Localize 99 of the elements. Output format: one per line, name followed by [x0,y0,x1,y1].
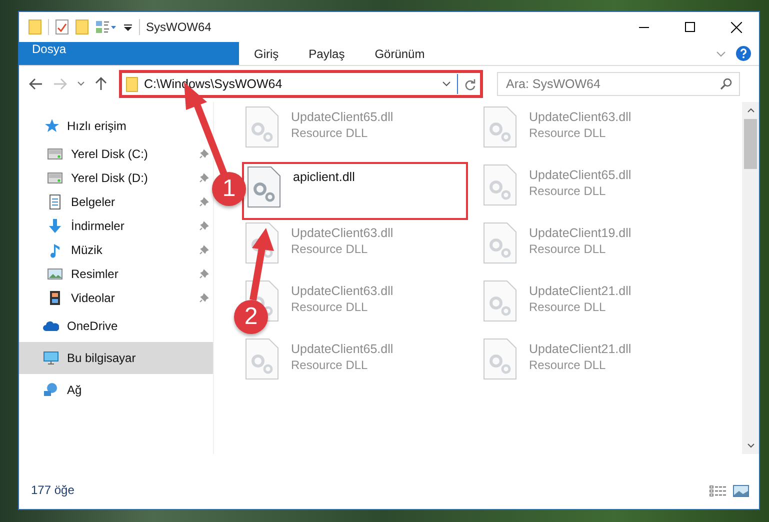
ribbon-tab[interactable]: Dosya [19,42,239,65]
file-type: Resource DLL [529,358,607,372]
sidebar-label: Resimler [71,267,118,281]
network-icon [43,382,59,398]
file-name: UpdateClient19.dll [529,226,632,240]
window-title: SysWOW64 [146,20,212,34]
file-name: UpdateClient63.dll [291,284,394,298]
pin-icon[interactable] [199,293,209,303]
gear-file-icon [245,106,279,148]
file-name: UpdateClient21.dll [529,342,632,356]
sidebar-item[interactable]: Videolar [19,286,213,310]
gear-file-icon [245,338,279,380]
new-folder-icon[interactable] [75,19,89,35]
recent-dropdown-icon[interactable] [77,81,85,87]
folder-icon [126,76,138,92]
gear-file-icon [483,106,517,148]
minimize-icon [639,26,649,28]
file-name: UpdateClient63.dll [291,226,394,240]
sidebar-label: Ağ [67,383,82,397]
sidebar-item[interactable]: Belgeler [19,190,213,214]
file-type: Resource DLL [291,300,369,314]
sidebar-item[interactable]: Ağ [19,374,213,406]
sidebar-label: Videolar [71,291,115,305]
file-type: Resource DLL [529,126,607,140]
sidebar-label: Yerel Disk (D:) [71,171,148,185]
sidebar-label: Bu bilgisayar [67,351,136,365]
sidebar-item[interactable]: Yerel Disk (C:) [19,142,213,166]
sidebar-item[interactable]: Müzik [19,238,213,262]
dropdown-caret-icon[interactable] [442,81,451,87]
drive-icon [47,170,63,186]
search-field[interactable]: Ara: SysWOW64 [497,72,740,96]
sidebar-item[interactable]: Hızlı erişim [19,110,213,142]
file-type: Resource DLL [291,126,369,140]
ribbon-tab[interactable]: Görünüm [360,42,440,65]
file-name: UpdateClient65.dll [291,342,394,356]
file-name: UpdateClient65.dll [529,168,632,182]
pin-icon[interactable] [199,245,209,255]
gear-file-icon [483,222,517,264]
pin-icon[interactable] [199,269,209,279]
item-count: 177 öğe [31,483,74,497]
sidebar-item[interactable]: Bu bilgisayar [19,342,213,374]
file-item[interactable]: apiclient.dll [242,162,468,220]
star-icon [43,118,59,134]
gear-file-icon [483,338,517,380]
file-name: apiclient.dll [293,170,355,184]
search-icon [720,78,732,90]
sidebar-item[interactable]: Resimler [19,262,213,286]
scrollbar-thumb[interactable] [744,119,757,169]
address-path: C:\Windows\SysWOW64 [144,77,284,91]
pin-icon[interactable] [199,221,209,231]
pin-icon[interactable] [199,173,209,183]
properties-icon[interactable] [55,19,69,35]
address-bar[interactable]: C:\Windows\SysWOW64 [119,70,483,98]
gear-file-icon [247,166,281,208]
forward-arrow-icon[interactable] [53,78,67,90]
help-icon[interactable] [736,46,751,61]
monitor-icon [43,350,59,366]
ribbon-tab[interactable]: Paylaş [294,42,360,65]
large-icons-view-icon[interactable] [733,485,749,497]
file-name: UpdateClient63.dll [529,110,632,124]
file-name: UpdateClient65.dll [291,110,394,124]
file-type: Resource DLL [291,242,369,256]
back-arrow-icon[interactable] [29,78,43,90]
sidebar-item[interactable]: Yerel Disk (D:) [19,166,213,190]
download-arrow-icon [47,218,63,234]
sidebar-label: Müzik [71,243,102,257]
sidebar-label: Hızlı erişim [67,119,126,133]
gear-file-icon [483,164,517,206]
up-arrow-icon[interactable] [95,77,107,91]
refresh-icon[interactable] [464,78,476,90]
file-name: UpdateClient21.dll [529,284,632,298]
sidebar-label: İndirmeler [71,219,124,233]
ribbon-tab[interactable]: Giriş [239,42,294,65]
file-type: Resource DLL [291,358,369,372]
picture-icon [47,266,63,282]
close-icon [730,22,742,32]
sidebar-label: OneDrive [67,319,118,333]
pin-icon[interactable] [199,149,209,159]
document-icon [47,194,63,210]
view-options-icon[interactable] [95,20,117,34]
pin-icon[interactable] [199,197,209,207]
file-type: Resource DLL [529,184,607,198]
scroll-down-icon[interactable] [746,443,754,448]
drive-icon [47,146,63,162]
expand-ribbon-icon[interactable] [716,50,726,58]
sidebar-item[interactable]: İndirmeler [19,214,213,238]
vertical-scrollbar[interactable] [742,102,759,454]
scroll-up-icon[interactable] [746,108,754,113]
gear-file-icon [483,280,517,322]
maximize-icon [685,22,695,32]
customize-toolbar-icon[interactable] [123,22,133,32]
file-type: Resource DLL [529,242,607,256]
film-icon [47,290,63,306]
file-type: Resource DLL [529,300,607,314]
folder-icon[interactable] [28,19,42,35]
sidebar-item[interactable]: OneDrive [19,310,213,342]
sidebar-label: Belgeler [71,195,116,209]
details-view-icon[interactable] [709,485,727,497]
sidebar-label: Yerel Disk (C:) [71,147,148,161]
